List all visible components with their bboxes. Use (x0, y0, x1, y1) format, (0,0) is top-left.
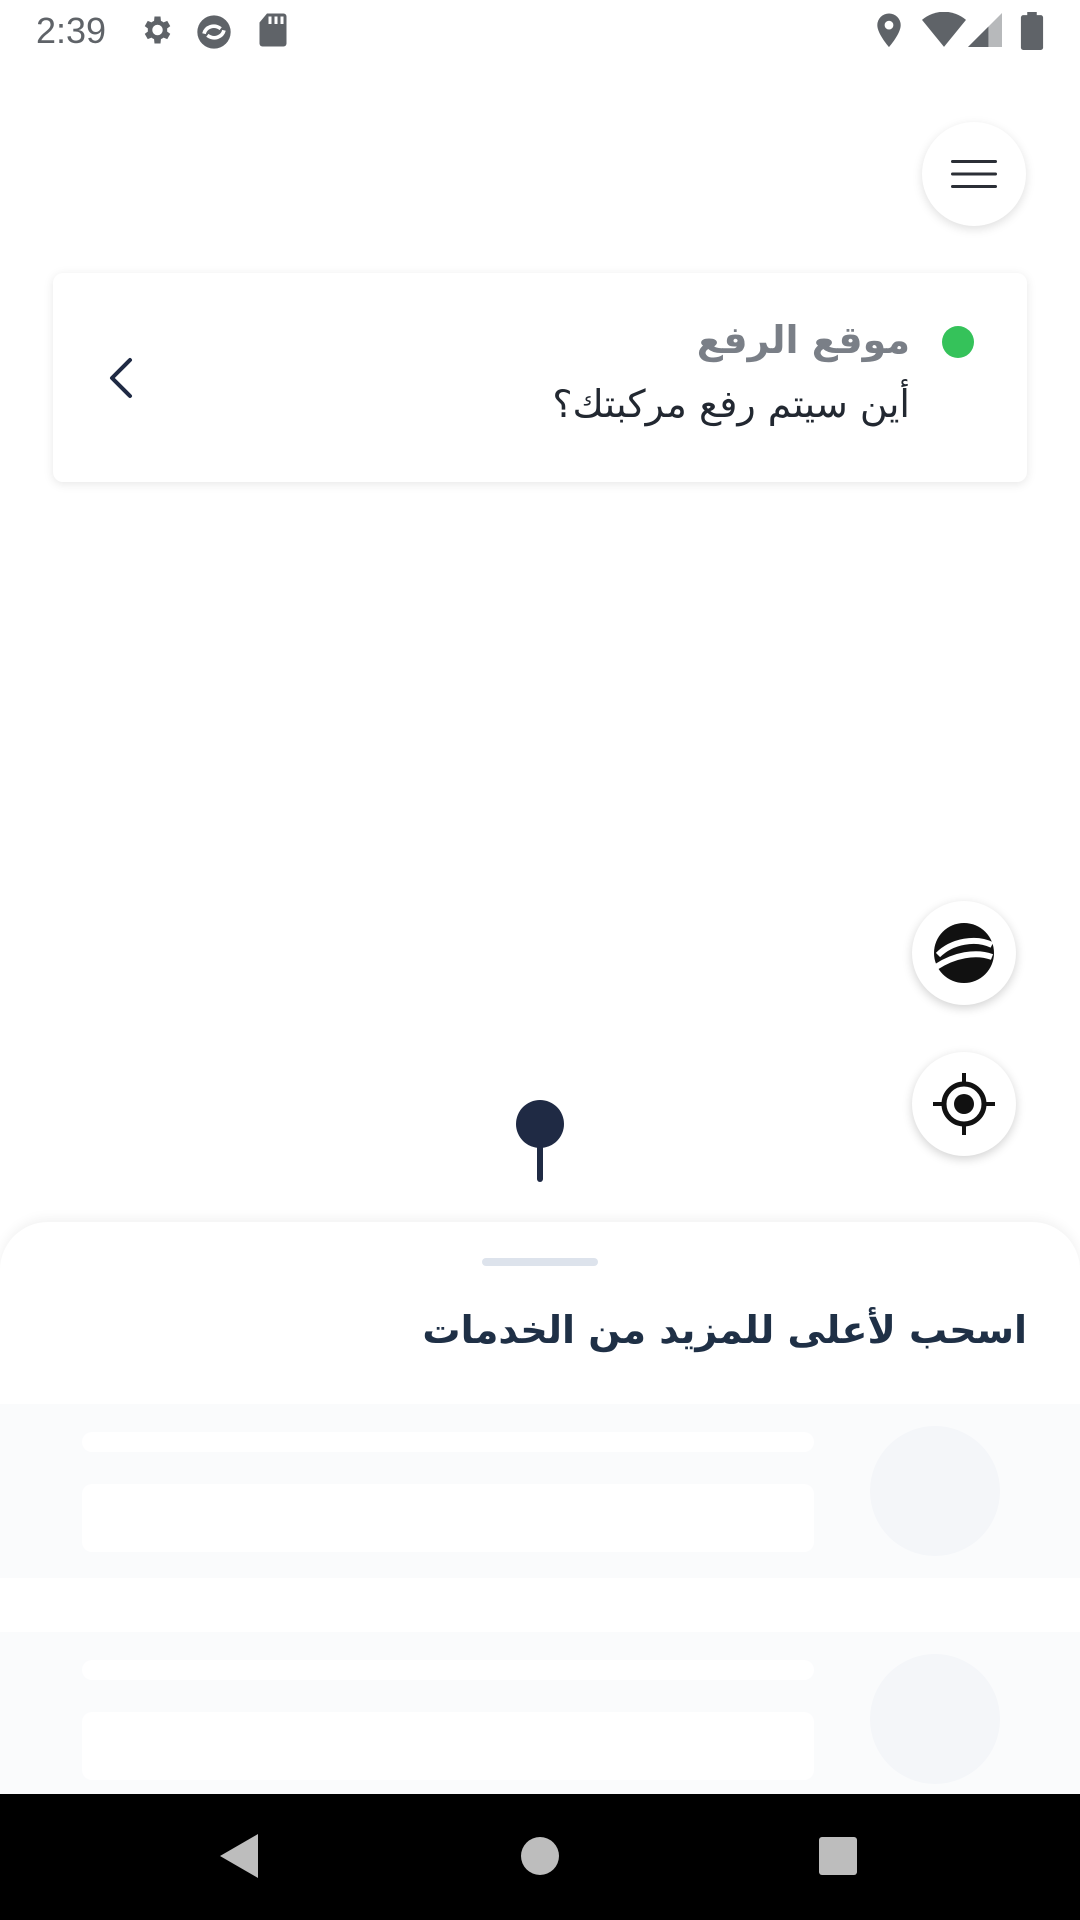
map-pin-icon (516, 1100, 564, 1182)
service-skeleton-card (0, 1404, 1080, 1578)
menu-button[interactable] (922, 122, 1026, 226)
skeleton-line (82, 1660, 814, 1680)
skeleton-line (82, 1484, 814, 1552)
map-layers-icon (934, 923, 994, 983)
pickup-location-card[interactable] (53, 273, 1027, 482)
hamburger-menu-icon (951, 160, 997, 188)
system-nav-bar (0, 1794, 1080, 1920)
status-time: 2:39 (36, 10, 107, 51)
back-triangle-icon[interactable] (218, 1832, 260, 1880)
chevron-left-icon[interactable] (104, 356, 140, 400)
pickup-location-title: موقع الرفع (696, 318, 910, 362)
map-type-button[interactable] (912, 901, 1016, 1005)
skeleton-line (82, 1712, 814, 1780)
pickup-indicator-dot (942, 326, 974, 358)
signal-icon (968, 13, 1002, 47)
services-bottom-sheet[interactable]: اسحب لأعلى للمزيد من الخدمات (0, 1222, 1080, 1794)
skeleton-avatar (870, 1654, 1000, 1784)
skeleton-line (82, 1432, 814, 1452)
sheet-title: اسحب لأعلى للمزيد من الخدمات (422, 1308, 1027, 1352)
home-circle-icon[interactable] (520, 1836, 560, 1876)
map-view[interactable] (0, 62, 1080, 1222)
sheet-drag-handle[interactable] (482, 1258, 598, 1266)
my-location-button[interactable] (912, 1052, 1016, 1156)
wifi-icon (922, 12, 966, 47)
status-bar: 2:39 (0, 0, 1080, 62)
recents-square-icon[interactable] (818, 1836, 858, 1876)
sync-app-icon (197, 15, 231, 49)
skeleton-avatar (870, 1426, 1000, 1556)
settings-icon (144, 16, 171, 44)
sd-card-icon (259, 13, 287, 47)
service-skeleton-card (0, 1632, 1080, 1794)
pickup-location-prompt: أين سيتم رفع مركبتك؟ (552, 382, 910, 426)
my-location-icon (933, 1073, 995, 1135)
battery-icon (1020, 12, 1044, 50)
location-icon (877, 13, 901, 48)
